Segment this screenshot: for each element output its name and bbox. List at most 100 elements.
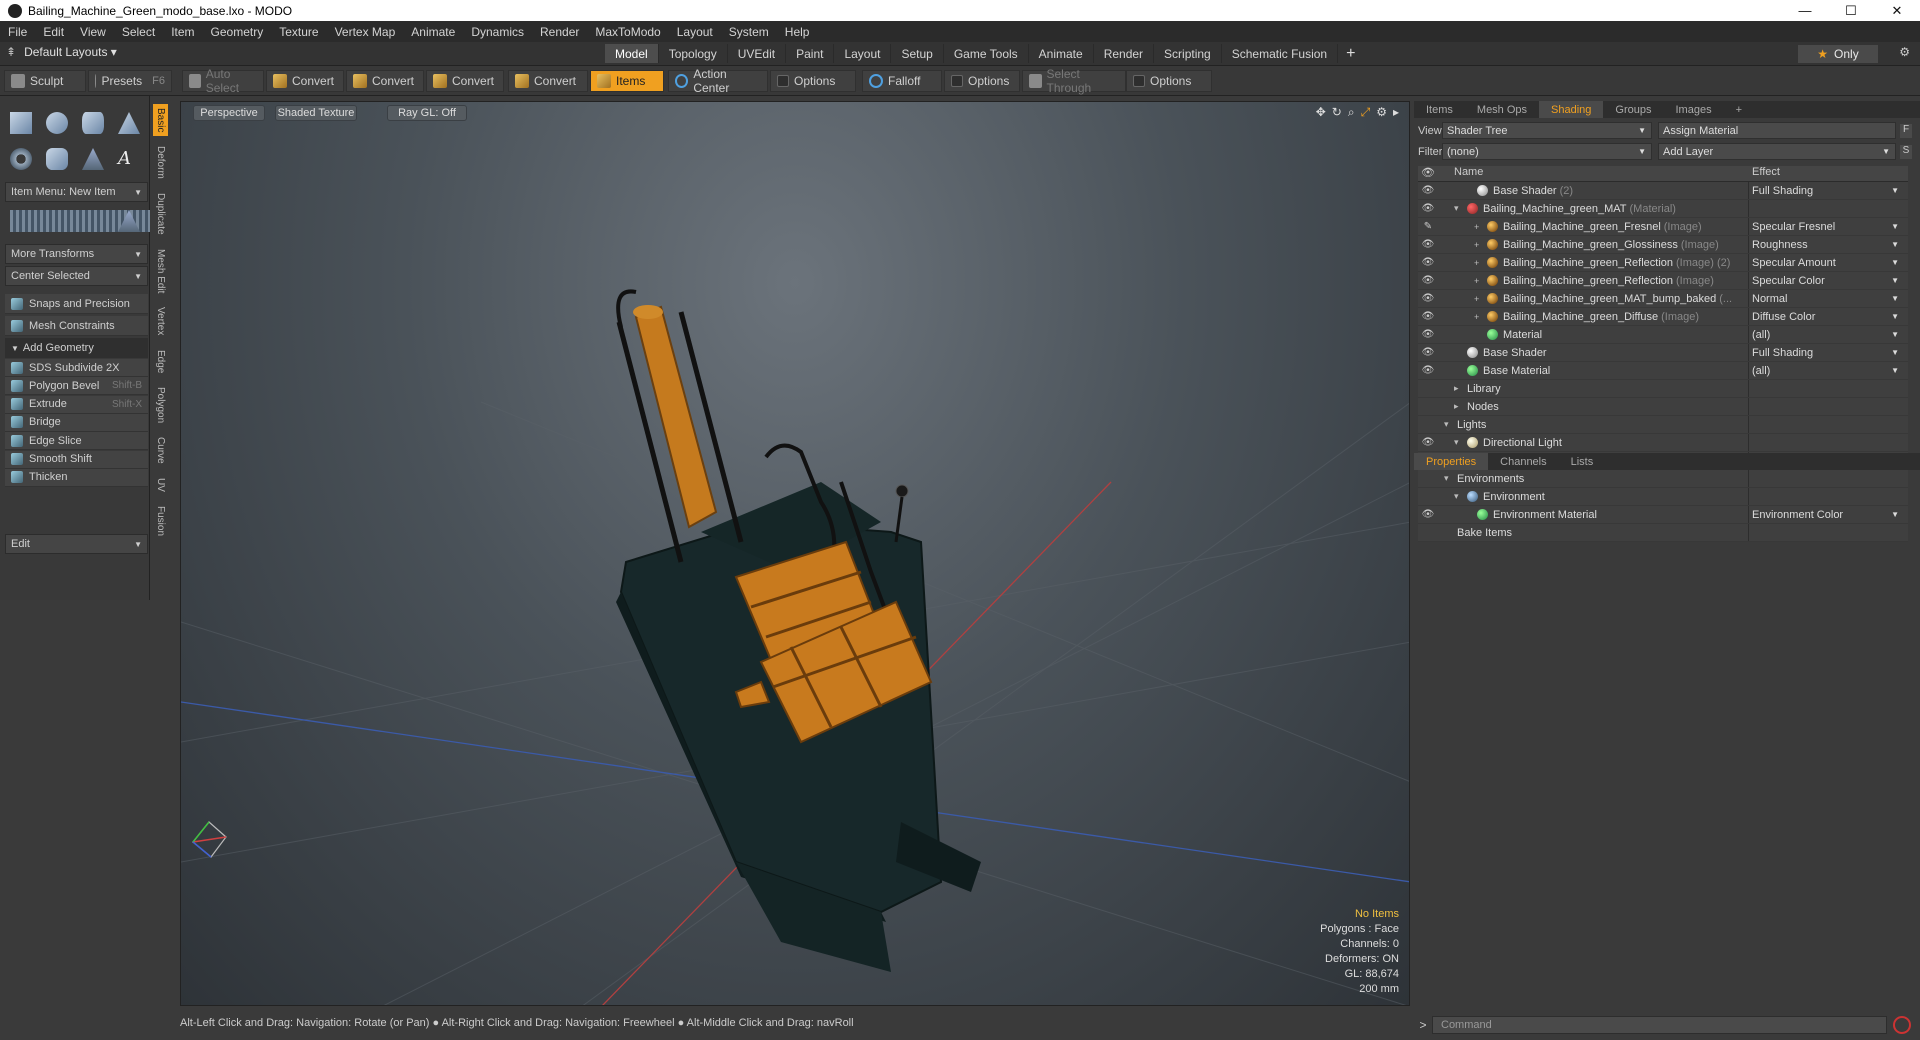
- toolbox-tab-basic[interactable]: Basic: [153, 104, 168, 137]
- effect-dropdown[interactable]: Full Shading ▼: [1748, 182, 1903, 199]
- cone-primitive-button[interactable]: [113, 108, 145, 138]
- maximize-button[interactable]: ☐: [1828, 0, 1874, 21]
- shader-tree-row[interactable]: 👁 + Bailing_Machine_green_MAT_bump_baked (.…: [1418, 290, 1908, 308]
- bailing-machine-model[interactable]: [616, 289, 981, 972]
- filter-dropdown[interactable]: (none) ▼: [1442, 143, 1652, 160]
- visibility-toggle-icon[interactable]: 👁: [1418, 311, 1438, 322]
- menu-help[interactable]: Help: [777, 25, 818, 39]
- raygl-toggle[interactable]: Ray GL: Off: [387, 105, 467, 121]
- shader-tree-row[interactable]: 👁 Base Shader (2) Full Shading ▼: [1418, 182, 1908, 200]
- items-mode-button[interactable]: Items: [590, 70, 664, 92]
- toolbox-tab-polygon[interactable]: Polygon: [153, 383, 168, 427]
- minimize-button[interactable]: —: [1782, 0, 1828, 21]
- effect-dropdown[interactable]: Normal ▼: [1748, 290, 1903, 307]
- pan-icon[interactable]: ✥: [1316, 105, 1326, 120]
- visibility-toggle-icon[interactable]: 👁: [1418, 185, 1438, 196]
- sculpt-button[interactable]: Sculpt: [4, 70, 86, 92]
- shading-mode-button[interactable]: Shaded Texture: [275, 105, 357, 121]
- shader-tree-row[interactable]: 👁 + Bailing_Machine_green_Diffuse (Image) Di…: [1418, 308, 1908, 326]
- command-input[interactable]: Command: [1432, 1016, 1887, 1034]
- props-tab-properties[interactable]: Properties: [1414, 453, 1489, 470]
- panel-tab-items[interactable]: Items: [1414, 101, 1465, 118]
- cube-primitive-button[interactable]: [5, 108, 37, 138]
- expand-toggle-icon[interactable]: +: [1474, 276, 1484, 286]
- panel-tab-shading[interactable]: Shading: [1539, 101, 1604, 118]
- layout-tab-model[interactable]: Model: [605, 44, 659, 63]
- props-tab-channels[interactable]: Channels: [1488, 453, 1558, 470]
- menu-layout[interactable]: Layout: [669, 25, 721, 39]
- effect-dropdown[interactable]: Roughness ▼: [1748, 236, 1903, 253]
- viewport-expand-icon[interactable]: ▸: [1393, 105, 1399, 120]
- layout-tab-uvedit[interactable]: UVEdit: [728, 44, 787, 63]
- effect-dropdown[interactable]: [1748, 380, 1903, 397]
- record-macro-icon[interactable]: [1893, 1016, 1911, 1034]
- toolbox-tab-edge[interactable]: Edge: [153, 346, 168, 377]
- shader-tree-row[interactable]: 👁 Environment Material Environment Color ▼: [1418, 506, 1908, 524]
- snaps-precision-button[interactable]: Snaps and Precision: [5, 294, 148, 314]
- effect-dropdown[interactable]: [1748, 524, 1903, 541]
- tool-edge-slice[interactable]: Edge Slice: [5, 432, 148, 451]
- grid-tool-button[interactable]: [10, 206, 150, 236]
- tool-sds-subdivide-2x[interactable]: SDS Subdivide 2X: [5, 359, 148, 377]
- layout-tab-game-tools[interactable]: Game Tools: [944, 44, 1029, 63]
- shader-tree-row[interactable]: 👁 ▾ Directional Light: [1418, 434, 1908, 452]
- expand-toggle-icon[interactable]: ▾: [1454, 203, 1464, 214]
- toolbox-tab-duplicate[interactable]: Duplicate: [153, 189, 168, 239]
- shader-tree-row[interactable]: 👁 Base Material (all) ▼: [1418, 362, 1908, 380]
- torus-primitive-button[interactable]: [5, 144, 37, 174]
- presets-button[interactable]: Presets F6: [88, 70, 172, 92]
- perspective-view-button[interactable]: Perspective: [193, 105, 265, 121]
- effect-dropdown[interactable]: [1748, 434, 1903, 451]
- edit-dropdown[interactable]: Edit ▼: [5, 534, 148, 554]
- layout-tab-paint[interactable]: Paint: [786, 44, 835, 63]
- shader-tree-row[interactable]: ▾ Lights: [1418, 416, 1908, 434]
- layout-selector[interactable]: Default Layouts ▾: [24, 45, 117, 59]
- assign-material-key[interactable]: F: [1900, 123, 1912, 138]
- tool-bridge[interactable]: Bridge: [5, 413, 148, 432]
- menu-item[interactable]: Item: [163, 25, 202, 39]
- expand-toggle-icon[interactable]: ▸: [1454, 401, 1464, 412]
- view-dropdown[interactable]: Shader Tree ▼: [1442, 122, 1652, 139]
- visibility-toggle-icon[interactable]: 👁: [1418, 347, 1438, 358]
- panel-tab-images[interactable]: Images: [1664, 101, 1724, 118]
- shader-tree-row[interactable]: 👁 + Bailing_Machine_green_Glossiness (Image…: [1418, 236, 1908, 254]
- menu-geometry[interactable]: Geometry: [203, 25, 272, 39]
- shader-tree-row[interactable]: ▸ Nodes: [1418, 398, 1908, 416]
- scene-canvas[interactable]: [181, 102, 1410, 1006]
- menu-system[interactable]: System: [721, 25, 777, 39]
- menu-texture[interactable]: Texture: [271, 25, 326, 39]
- effect-dropdown[interactable]: (all) ▼: [1748, 362, 1903, 379]
- visibility-toggle-icon[interactable]: 👁: [1418, 509, 1438, 520]
- visibility-toggle-icon[interactable]: 👁: [1418, 239, 1438, 250]
- visibility-toggle-icon[interactable]: 👁: [1418, 203, 1438, 214]
- menu-edit[interactable]: Edit: [35, 25, 72, 39]
- layout-tab-scripting[interactable]: Scripting: [1154, 44, 1222, 63]
- shader-tree-row[interactable]: ▾ Environments: [1418, 470, 1908, 488]
- auto-select-button[interactable]: Auto Select: [182, 67, 264, 95]
- menu-dynamics[interactable]: Dynamics: [463, 25, 532, 39]
- expand-toggle-icon[interactable]: +: [1474, 294, 1484, 304]
- panel-tab-mesh-ops[interactable]: Mesh Ops: [1465, 101, 1539, 118]
- sphere-primitive-button[interactable]: [41, 108, 73, 138]
- tool-extrude[interactable]: Extrude Shift-X: [5, 395, 148, 414]
- select-through-button[interactable]: Select Through: [1022, 67, 1126, 95]
- visibility-toggle-icon[interactable]: ✎: [1418, 221, 1438, 232]
- close-button[interactable]: ✕: [1874, 0, 1920, 21]
- item-menu-dropdown[interactable]: Item Menu: New Item ▼: [5, 182, 148, 202]
- layout-tab-render[interactable]: Render: [1094, 44, 1155, 63]
- toolbox-tab-vertex[interactable]: Vertex: [153, 303, 168, 339]
- expand-toggle-icon[interactable]: ▾: [1444, 473, 1454, 484]
- layout-lock-icon[interactable]: ⇞: [6, 45, 16, 59]
- layout-tab-schematic-fusion[interactable]: Schematic Fusion: [1222, 44, 1339, 63]
- convert-vertices-button[interactable]: Convert: [266, 70, 344, 92]
- expand-toggle-icon[interactable]: +: [1474, 312, 1484, 322]
- effect-dropdown[interactable]: Environment Color ▼: [1748, 506, 1903, 523]
- toolbox-tab-curve[interactable]: Curve: [153, 433, 168, 468]
- visibility-toggle-icon[interactable]: 👁: [1418, 329, 1438, 340]
- effect-dropdown[interactable]: [1748, 398, 1903, 415]
- layout-tab-layout[interactable]: Layout: [834, 44, 892, 63]
- shader-tree-row[interactable]: 👁 Material (all) ▼: [1418, 326, 1908, 344]
- menu-maxtomodo[interactable]: MaxToModo: [587, 25, 668, 39]
- cylinder-primitive-button[interactable]: [77, 108, 109, 138]
- add-geometry-header[interactable]: ▼ Add Geometry: [5, 338, 148, 358]
